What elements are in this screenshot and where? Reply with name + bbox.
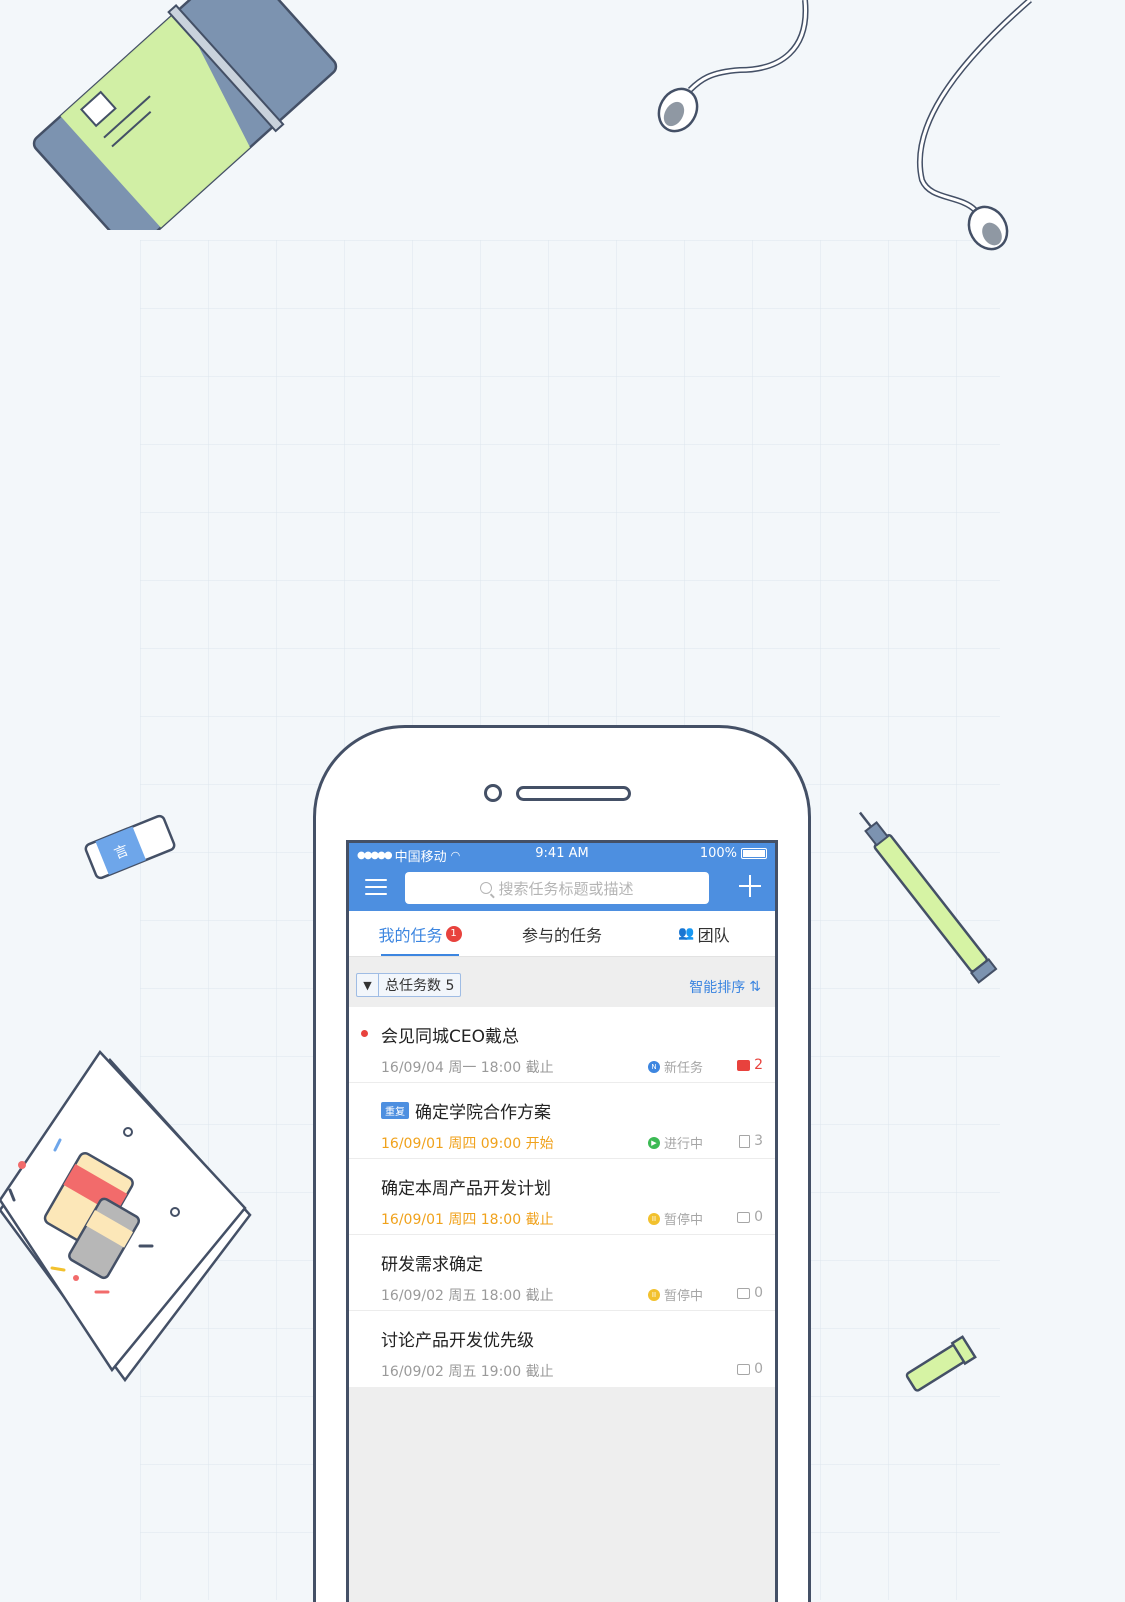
urgent-dot-icon xyxy=(361,1030,368,1037)
task-item[interactable]: 重复 确定学院合作方案 16/09/01 周四 09:00 开始 ▶ 进行中 3 xyxy=(349,1083,775,1159)
funnel-icon: ▼ xyxy=(357,974,379,996)
coffee-card-illustration xyxy=(0,1049,252,1383)
comment-count: 2 xyxy=(727,1057,763,1073)
notebook-illustration xyxy=(32,0,338,230)
task-item[interactable]: 研发需求确定 16/09/02 周五 18:00 截止 II 暂停中 0 xyxy=(349,1235,775,1311)
task-status: N 新任务 xyxy=(647,1057,703,1076)
comment-count: 0 xyxy=(727,1361,763,1377)
sort-label: 智能排序 xyxy=(689,980,746,996)
in-progress-icon: ▶ xyxy=(647,1136,660,1149)
eraser-illustration: 言 xyxy=(84,814,176,880)
comment-count: 0 xyxy=(727,1285,763,1301)
notification-badge: 1 xyxy=(445,925,462,942)
comment-icon xyxy=(737,1363,751,1375)
task-title: 确定本周产品开发计划 xyxy=(381,1179,551,1199)
task-status: II 暂停中 xyxy=(647,1285,703,1304)
app-header: ●●●●● 中国移动 ◠ 9:41 AM 100% 搜索任务标题或描述 我的任务… xyxy=(349,843,775,1387)
marker-cap-illustration xyxy=(905,1335,977,1392)
tab-label: 我的任务 xyxy=(378,925,443,945)
task-item[interactable]: 会见同城CEO戴总 16/09/04 周一 18:00 截止 N 新任务 2 xyxy=(349,1007,775,1083)
search-icon xyxy=(480,882,493,894)
task-deadline: 16/09/02 周五 18:00 截止 xyxy=(381,1288,554,1304)
tab-bar: 我的任务 1 参与的任务 👥 团队 xyxy=(349,911,775,957)
tab-label: 参与的任务 xyxy=(521,925,602,945)
status-right: 100% xyxy=(700,846,767,861)
comment-icon xyxy=(737,1211,751,1223)
comment-icon xyxy=(737,1287,751,1299)
phone-frame: ●●●●● 中国移动 ◠ 9:41 AM 100% 搜索任务标题或描述 我的任务… xyxy=(313,725,811,1602)
filter-button[interactable]: ▼ 总任务数 5 xyxy=(356,973,462,997)
plus-icon[interactable] xyxy=(739,875,761,897)
status-bar: ●●●●● 中国移动 ◠ 9:41 AM 100% xyxy=(349,843,775,865)
tab-joined-tasks[interactable]: 参与的任务 xyxy=(491,911,633,956)
task-deadline: 16/09/04 周一 18:00 截止 xyxy=(381,1060,554,1076)
team-icon: 👥 xyxy=(678,926,695,941)
search-placeholder: 搜索任务标题或描述 xyxy=(498,879,634,898)
task-deadline: 16/09/01 周四 09:00 开始 xyxy=(381,1136,554,1152)
filter-bar: ▼ 总任务数 5 智能排序 ⇅ xyxy=(349,957,775,1007)
task-title: 重复 确定学院合作方案 xyxy=(381,1098,551,1123)
comment-filled-icon xyxy=(737,1059,751,1071)
battery-icon xyxy=(741,848,767,859)
new-status-icon: N xyxy=(647,1060,660,1073)
task-deadline: 16/09/01 周四 18:00 截止 xyxy=(381,1212,554,1228)
task-list: 会见同城CEO戴总 16/09/04 周一 18:00 截止 N 新任务 2 重… xyxy=(349,1007,775,1387)
paused-icon: II xyxy=(647,1212,660,1225)
navbar: 搜索任务标题或描述 xyxy=(349,863,775,911)
phone-camera xyxy=(484,784,502,802)
document-icon xyxy=(739,1134,751,1148)
smart-sort-button[interactable]: 智能排序 ⇅ xyxy=(689,977,761,997)
tab-team[interactable]: 👥 团队 xyxy=(633,911,775,956)
paused-icon: II xyxy=(647,1288,660,1301)
search-input[interactable]: 搜索任务标题或描述 xyxy=(405,872,709,904)
task-total-label: 总任务数 5 xyxy=(385,978,455,994)
sort-icon: ⇅ xyxy=(749,979,761,995)
attachment-count: 3 xyxy=(727,1133,763,1149)
task-title: 会见同城CEO戴总 xyxy=(381,1027,519,1047)
task-item[interactable]: 确定本周产品开发计划 16/09/01 周四 18:00 截止 II 暂停中 0 xyxy=(349,1159,775,1235)
comment-count: 0 xyxy=(727,1209,763,1225)
phone-speaker xyxy=(516,786,631,801)
earphones-illustration xyxy=(657,0,1032,251)
repeat-tag: 重复 xyxy=(381,1102,409,1119)
battery-label: 100% xyxy=(699,846,737,861)
task-status: ▶ 进行中 xyxy=(647,1133,703,1152)
task-status: II 暂停中 xyxy=(647,1209,703,1228)
phone-screen: ●●●●● 中国移动 ◠ 9:41 AM 100% 搜索任务标题或描述 我的任务… xyxy=(346,840,778,1602)
hamburger-icon[interactable] xyxy=(365,879,387,895)
pen-illustration xyxy=(858,811,998,984)
tab-label: 团队 xyxy=(697,925,730,945)
task-title: 研发需求确定 xyxy=(381,1255,483,1275)
task-deadline: 16/09/02 周五 19:00 截止 xyxy=(381,1364,554,1380)
tab-my-tasks[interactable]: 我的任务 1 xyxy=(349,911,491,956)
task-title: 讨论产品开发优先级 xyxy=(381,1331,534,1351)
task-item[interactable]: 讨论产品开发优先级 16/09/02 周五 19:00 截止 0 xyxy=(349,1311,775,1387)
